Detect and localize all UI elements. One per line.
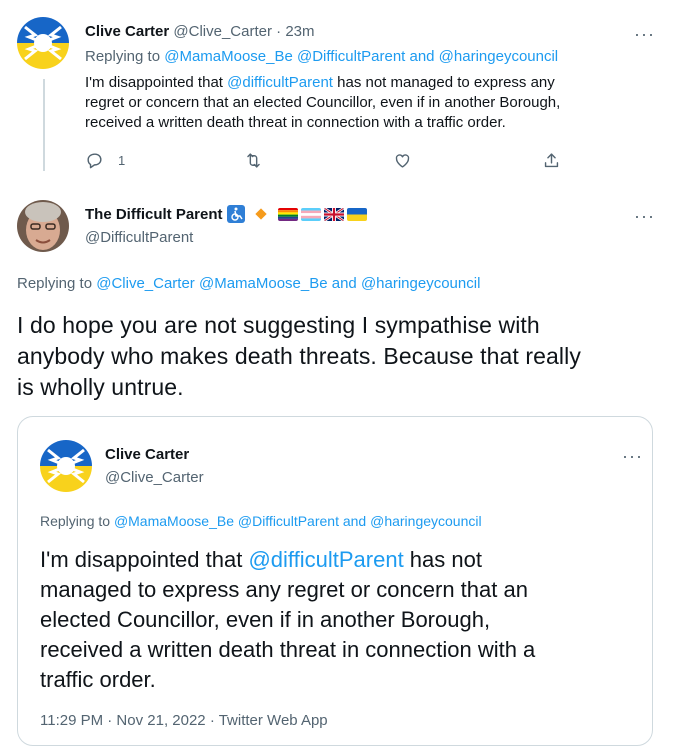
text-segment: I'm disappointed that bbox=[85, 74, 228, 91]
thread-line bbox=[43, 79, 45, 171]
author-handle[interactable]: @DifficultParent bbox=[85, 228, 193, 248]
replying-label: Replying to bbox=[40, 513, 111, 529]
share-icon bbox=[544, 153, 559, 168]
text-line: traffic order. bbox=[40, 667, 156, 692]
retweet-icon bbox=[247, 153, 260, 168]
text-segment: has not managed to express any bbox=[332, 74, 555, 91]
author-name[interactable]: The Difficult Parent bbox=[85, 206, 223, 223]
like-button[interactable] bbox=[393, 151, 412, 170]
mention-link[interactable]: @difficultParent bbox=[248, 547, 403, 572]
text-line: elected Councillor, even if in another B… bbox=[40, 607, 491, 632]
tweet-time[interactable]: 23m bbox=[285, 23, 314, 40]
text-segment: I'm disappointed that bbox=[40, 547, 249, 572]
replying-to: Replying to @MamaMoose_Be @DifficultPare… bbox=[85, 47, 558, 67]
more-options-button[interactable]: ··· bbox=[622, 447, 643, 465]
reply-count: 1 bbox=[118, 153, 126, 168]
quoted-timestamp[interactable]: 11:29 PM · Nov 21, 2022 · Twitter Web Ap… bbox=[40, 712, 328, 730]
share-button[interactable] bbox=[542, 151, 561, 170]
text-line: regret or concern that an elected Counci… bbox=[85, 94, 561, 111]
uk-flag-icon bbox=[323, 207, 344, 221]
mention-link[interactable]: @difficultParent bbox=[227, 74, 333, 91]
text-line: is wholly untrue. bbox=[17, 374, 184, 400]
more-options-button[interactable]: ··· bbox=[634, 25, 655, 43]
avatar-image bbox=[17, 200, 69, 252]
text-line: anybody who makes death threats. Because… bbox=[17, 343, 581, 369]
trans-flag-icon bbox=[300, 207, 321, 221]
author-name[interactable]: Clive Carter bbox=[105, 446, 189, 463]
replying-to: Replying to @MamaMoose_Be @DifficultPare… bbox=[40, 512, 482, 530]
replying-to: Replying to @Clive_Carter @MamaMoose_Be … bbox=[17, 274, 480, 294]
text-line: received a written death threat in conne… bbox=[40, 637, 536, 662]
avatar[interactable] bbox=[17, 17, 69, 69]
replying-label: Replying to bbox=[17, 275, 93, 292]
rainbow-flag-icon bbox=[277, 207, 298, 221]
replying-label: Replying to bbox=[85, 48, 161, 65]
dot-separator: · bbox=[276, 23, 282, 40]
tweet-text: I'm disappointed that @difficultParent h… bbox=[85, 73, 655, 133]
like-icon bbox=[395, 154, 410, 168]
retweet-button[interactable] bbox=[244, 151, 263, 170]
avatar-image bbox=[17, 17, 69, 69]
replying-mentions[interactable]: @MamaMoose_Be @DifficultParent and @hari… bbox=[164, 48, 558, 65]
author-name[interactable]: Clive Carter bbox=[85, 23, 169, 40]
more-options-button[interactable]: ··· bbox=[634, 207, 655, 225]
text-line: received a written death threat in conne… bbox=[85, 114, 506, 131]
replying-mentions[interactable]: @Clive_Carter @MamaMoose_Be and @haringe… bbox=[96, 275, 480, 292]
avatar[interactable] bbox=[40, 440, 92, 492]
text-line: I do hope you are not suggesting I sympa… bbox=[17, 312, 540, 338]
reply-icon bbox=[87, 153, 102, 169]
author-handle[interactable]: @Clive_Carter bbox=[105, 468, 204, 488]
tweet-text: I do hope you are not suggesting I sympa… bbox=[17, 310, 657, 403]
avatar-image bbox=[40, 440, 92, 492]
wheelchair-icon bbox=[226, 205, 245, 223]
replying-mentions[interactable]: @MamaMoose_Be @DifficultParent and @hari… bbox=[114, 513, 482, 529]
text-line: managed to express any regret or concern… bbox=[40, 577, 528, 602]
diamond-icon bbox=[254, 208, 267, 220]
reply-button[interactable]: 1 bbox=[85, 151, 125, 170]
author-handle[interactable]: @Clive_Carter bbox=[173, 23, 272, 40]
text-segment: has not bbox=[403, 547, 482, 572]
quoted-text: I'm disappointed that @difficultParent h… bbox=[40, 545, 640, 695]
avatar[interactable] bbox=[17, 200, 69, 252]
ukraine-flag-icon bbox=[346, 207, 367, 221]
